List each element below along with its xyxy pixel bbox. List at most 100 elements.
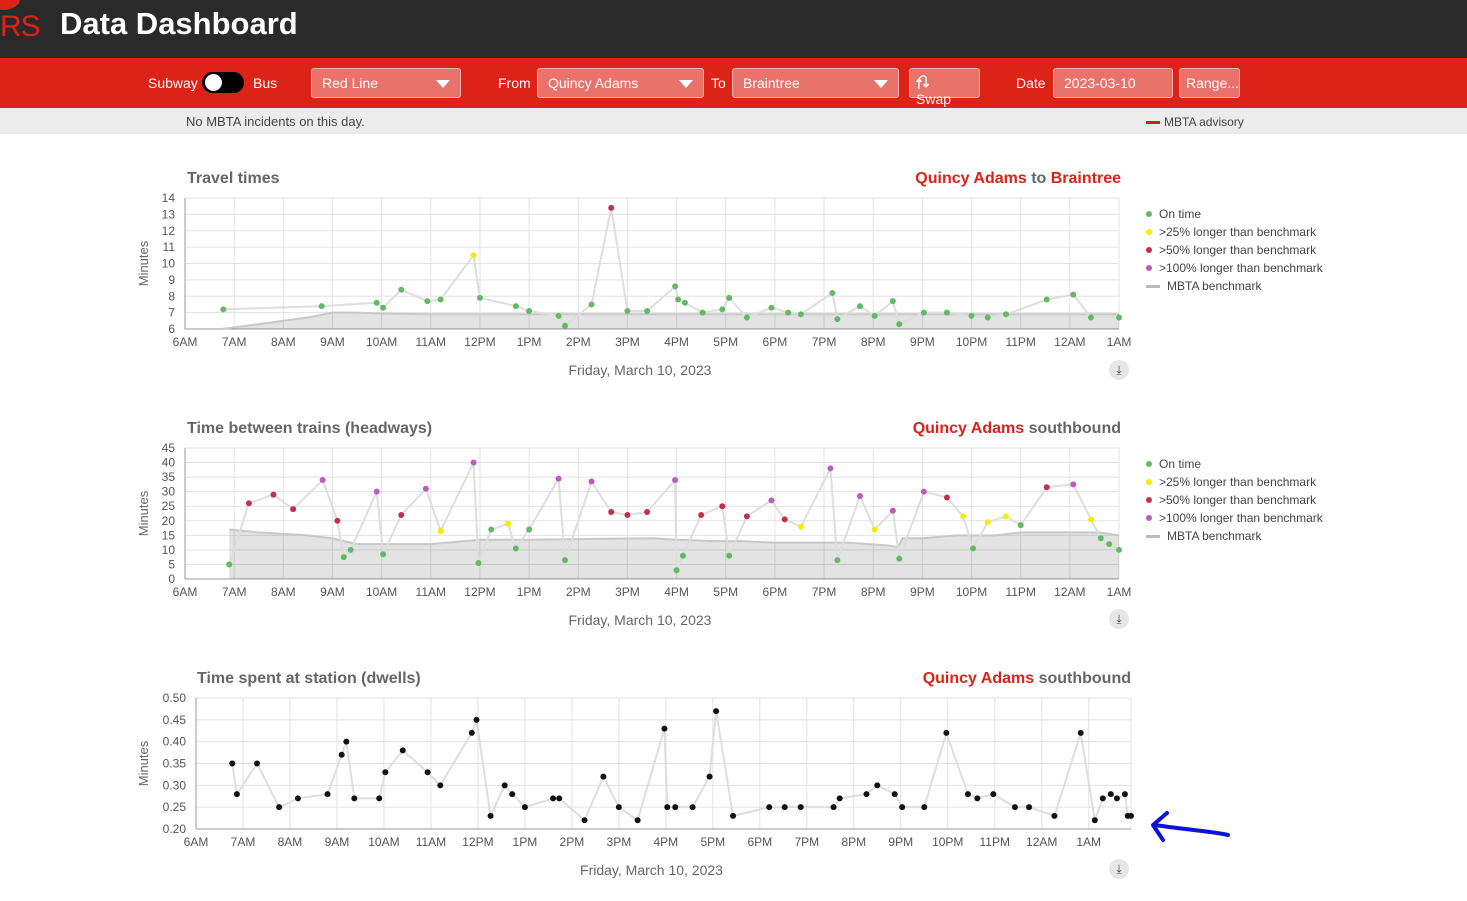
y-tick-label: 0: [168, 572, 175, 586]
y-tick-label: 9: [168, 273, 175, 287]
data-point: [1011, 804, 1018, 811]
data-point: [437, 527, 444, 534]
legend-dot: [1146, 211, 1152, 217]
range-label: Range...: [1186, 75, 1239, 91]
incident-message: No MBTA incidents on this day.: [186, 114, 365, 129]
data-point: [743, 314, 750, 321]
legend-item[interactable]: On time: [1146, 205, 1323, 223]
data-point: [561, 322, 568, 329]
data-point: [504, 520, 511, 527]
legend-item[interactable]: >50% longer than benchmark: [1146, 241, 1323, 259]
data-point: [1116, 314, 1122, 321]
travel-times-legend: On time >25% longer than benchmark >50% lo…: [1146, 205, 1323, 295]
data-point: [829, 289, 836, 296]
data-point: [373, 299, 380, 306]
data-point: [1002, 513, 1009, 520]
advisory-swatch: [1146, 121, 1160, 125]
data-point: [920, 309, 927, 316]
legend-item[interactable]: MBTA benchmark: [1146, 277, 1323, 295]
from-station-select[interactable]: Quincy Adams: [537, 68, 704, 98]
data-point: [1106, 541, 1113, 548]
range-button[interactable]: Range...: [1179, 68, 1240, 98]
x-tick-label: 11AM: [416, 585, 446, 599]
data-point: [827, 465, 834, 472]
data-point: [719, 503, 726, 510]
legend-item[interactable]: >100% longer than benchmark: [1146, 509, 1323, 527]
data-point: [373, 488, 380, 495]
y-axis-title: Minutes: [136, 740, 151, 786]
to-station-select[interactable]: Braintree: [732, 68, 899, 98]
data-point: [673, 567, 680, 574]
download-icon[interactable]: ⤓: [1109, 609, 1129, 629]
data-point: [608, 204, 615, 211]
data-point: [856, 303, 863, 310]
to-station-value: Braintree: [743, 75, 800, 91]
x-tick-label: 2PM: [566, 335, 591, 349]
legend-item[interactable]: >25% longer than benchmark: [1146, 223, 1323, 241]
data-point: [376, 795, 383, 802]
x-tick-label: 1AM: [1076, 835, 1101, 849]
download-icon[interactable]: ⤓: [1109, 360, 1129, 380]
data-point: [588, 478, 595, 485]
line-select[interactable]: Red Line: [311, 68, 461, 98]
data-point: [1087, 516, 1094, 523]
x-tick-label: 6PM: [747, 835, 772, 849]
legend-item[interactable]: MBTA benchmark: [1146, 527, 1323, 545]
series-line: [223, 207, 1119, 328]
x-tick-label: 7AM: [222, 335, 247, 349]
data-point: [766, 804, 773, 811]
data-point: [501, 782, 508, 789]
data-point: [661, 725, 668, 732]
x-tick-label: 1PM: [517, 335, 542, 349]
bus-label: Bus: [253, 75, 278, 91]
x-tick-label: 6PM: [763, 335, 788, 349]
legend-label: >25% longer than benchmark: [1159, 225, 1317, 239]
legend-item[interactable]: >100% longer than benchmark: [1146, 259, 1323, 277]
x-tick-label: 4PM: [654, 835, 679, 849]
data-point: [785, 309, 792, 316]
data-point: [797, 311, 804, 318]
data-point: [1002, 311, 1009, 318]
x-tick-label: 7AM: [231, 835, 256, 849]
legend-item[interactable]: >50% longer than benchmark: [1146, 491, 1323, 509]
data-point: [834, 557, 841, 564]
data-point: [871, 526, 878, 533]
x-tick-label: 2PM: [566, 585, 591, 599]
x-tick-label: 11AM: [416, 835, 446, 849]
y-tick-label: 5: [168, 557, 175, 571]
data-point: [1070, 291, 1077, 298]
data-point: [698, 511, 705, 518]
logo-mark: [0, 0, 20, 10]
legend-item[interactable]: >25% longer than benchmark: [1146, 473, 1323, 491]
legend-item[interactable]: On time: [1146, 455, 1323, 473]
data-point: [921, 804, 928, 811]
data-point: [1113, 795, 1120, 802]
mode-toggle[interactable]: [202, 72, 244, 93]
data-point: [943, 309, 950, 316]
y-axis-title: Minutes: [136, 240, 151, 286]
swap-button[interactable]: Swap: [909, 68, 980, 107]
download-icon[interactable]: ⤓: [1109, 859, 1129, 879]
data-point: [254, 760, 261, 767]
data-point: [512, 545, 519, 552]
y-tick-label: 15: [162, 528, 176, 542]
legend-line: [1146, 284, 1160, 288]
x-tick-label: 4PM: [664, 585, 689, 599]
chevron-down-icon: [874, 80, 888, 88]
data-point: [836, 795, 843, 802]
data-point: [437, 782, 444, 789]
from-station-value: Quincy Adams: [548, 75, 639, 91]
data-point: [1077, 729, 1084, 736]
data-point: [781, 516, 788, 523]
data-point: [526, 307, 533, 314]
data-point: [634, 817, 641, 824]
data-point: [1043, 484, 1050, 491]
x-tick-label: 1PM: [517, 585, 542, 599]
data-point: [672, 283, 679, 290]
data-point: [768, 304, 775, 311]
data-point: [1091, 817, 1098, 824]
legend-label: >100% longer than benchmark: [1159, 511, 1323, 525]
data-point: [334, 517, 341, 524]
date-input[interactable]: 2023-03-10: [1053, 68, 1173, 98]
legend-dot: [1146, 229, 1152, 235]
